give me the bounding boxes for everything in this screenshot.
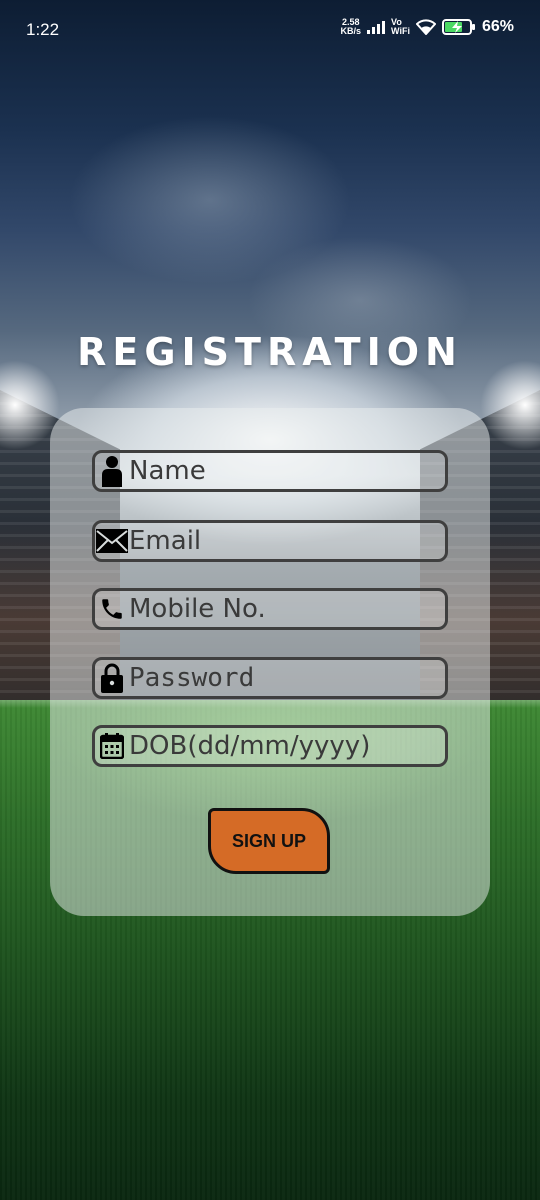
vowifi-indicator: Vo WiFi <box>391 18 410 36</box>
calendar-icon <box>95 728 129 764</box>
status-bar: 1:22 2.58 KB/s Vo WiFi 66% <box>0 0 540 60</box>
phone-icon <box>95 591 129 627</box>
status-icons: 2.58 KB/s Vo WiFi 66% <box>341 18 514 36</box>
signal-icon <box>367 20 386 34</box>
mobile-field[interactable] <box>92 588 448 630</box>
lock-icon <box>95 660 129 696</box>
envelope-icon <box>95 523 129 559</box>
dob-input[interactable] <box>129 728 439 764</box>
name-input[interactable] <box>129 453 439 489</box>
person-icon <box>95 453 129 489</box>
name-field[interactable] <box>92 450 448 492</box>
network-speed-unit: KB/s <box>340 26 362 36</box>
email-field[interactable] <box>92 520 448 562</box>
battery-charging-icon <box>441 19 475 35</box>
password-field[interactable] <box>92 657 448 699</box>
network-speed: 2.58 KB/s <box>341 18 362 36</box>
signup-button[interactable]: SIGN UP <box>208 808 330 874</box>
dob-field[interactable] <box>92 725 448 767</box>
email-input[interactable] <box>129 523 439 559</box>
wifi-label: WiFi <box>391 26 410 36</box>
password-input[interactable] <box>129 660 439 696</box>
status-time: 1:22 <box>26 20 60 39</box>
registration-card: SIGN UP <box>50 408 490 916</box>
battery-percent: 66% <box>481 18 514 35</box>
page-title: REGISTRATION <box>77 330 463 374</box>
wifi-icon <box>415 19 436 35</box>
mobile-input[interactable] <box>129 591 439 627</box>
